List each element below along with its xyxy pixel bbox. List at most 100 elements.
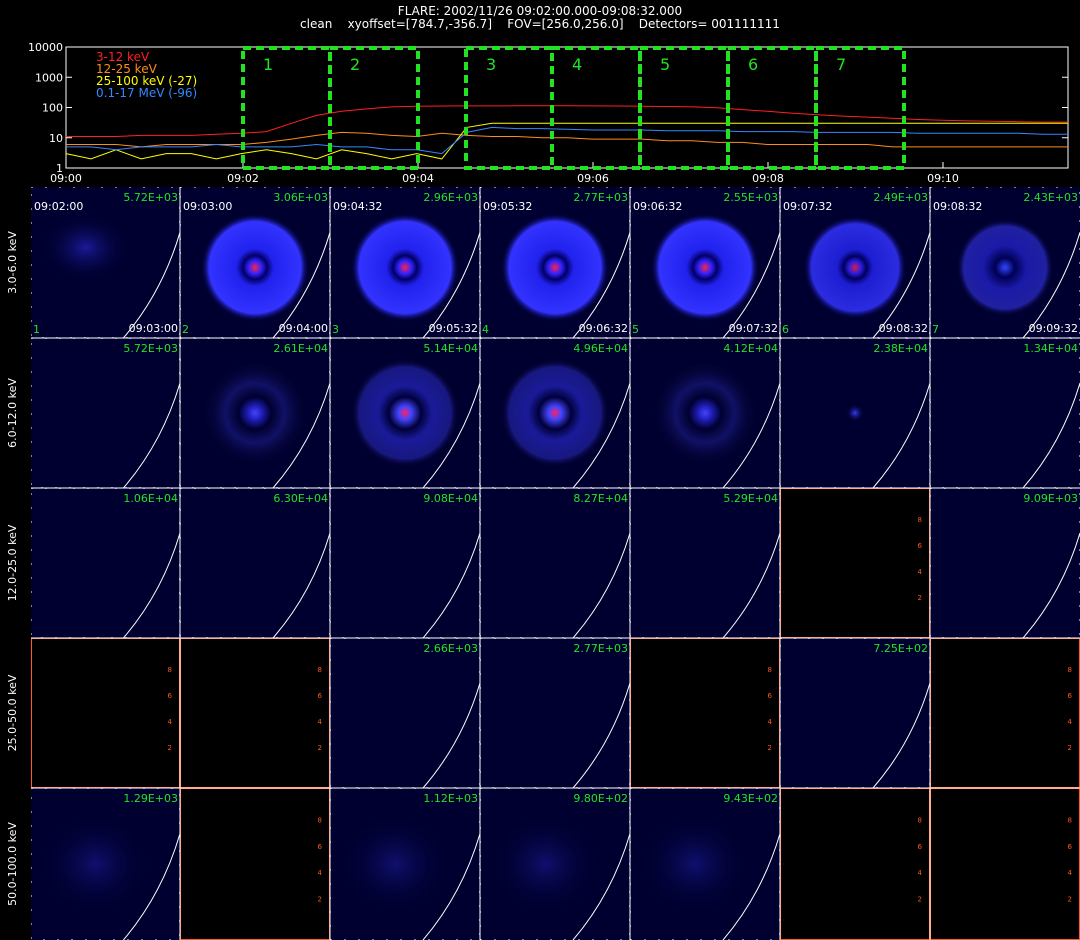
empty-axis-tick-label: 4 [768, 718, 773, 726]
source-ring [803, 216, 907, 319]
peak-count-label: 9.09E+03 [1023, 492, 1078, 505]
empty-axis-tick-label: 6 [918, 843, 923, 851]
peak-count-label: 6.30E+04 [273, 492, 328, 505]
empty-axis-tick-label: 8 [918, 516, 922, 524]
row-label-4: 25.0-50.0 keV [6, 674, 19, 751]
peak-count-label: 2.38E+04 [873, 342, 928, 355]
empty-axis-tick-label: 6 [768, 692, 773, 700]
peak-count-label: 1.29E+03 [123, 792, 178, 805]
peak-count-label: 2.43E+03 [1023, 191, 1078, 204]
source-noise [640, 814, 750, 914]
end-time-label: 09:06:32 [579, 322, 628, 335]
empty-panel-5-7 [930, 788, 1080, 940]
interval-number-label: 4 [482, 323, 489, 336]
source-ring [651, 359, 759, 467]
source-ring [651, 213, 759, 322]
empty-axis-tick-label: 4 [168, 718, 173, 726]
peak-count-label: 5.72E+03 [123, 191, 178, 204]
peak-count-label: 2.96E+03 [423, 191, 478, 204]
peak-count-label: 1.12E+03 [423, 792, 478, 805]
peak-count-label: 4.12E+04 [723, 342, 778, 355]
interval-number-label: 6 [782, 323, 789, 336]
interval-number-label: 1 [33, 323, 40, 336]
source-noise [490, 814, 600, 914]
peak-count-label: 9.43E+02 [723, 792, 778, 805]
peak-count-label: 5.29E+04 [723, 492, 778, 505]
peak-count-label: 2.66E+03 [423, 642, 478, 655]
end-time-label: 09:03:00 [129, 322, 178, 335]
peak-count-label: 7.25E+02 [873, 642, 928, 655]
peak-count-label: 5.14E+04 [423, 342, 478, 355]
source-blob [40, 212, 131, 283]
empty-axis-tick-label: 2 [918, 594, 922, 602]
empty-axis-tick-label: 8 [318, 816, 322, 824]
peak-count-label: 2.49E+03 [873, 191, 928, 204]
source-dot [846, 404, 864, 422]
image-panel-2-1 [31, 338, 180, 488]
end-time-label: 09:05:32 [429, 322, 478, 335]
source-noise [40, 814, 151, 914]
source-ring [956, 218, 1054, 317]
end-time-label: 09:09:32 [1029, 322, 1078, 335]
interval-number-label: 7 [932, 323, 939, 336]
peak-count-label: 2.55E+03 [723, 191, 778, 204]
image-panel-3-2 [180, 488, 330, 638]
empty-axis-tick-label: 4 [1068, 718, 1073, 726]
source-ring [201, 213, 309, 322]
peak-count-label: 2.61E+04 [273, 342, 328, 355]
image-panel-4-4 [480, 638, 630, 788]
empty-axis-tick-label: 6 [318, 843, 323, 851]
image-panel-3-5 [630, 488, 780, 638]
empty-axis-tick-label: 6 [318, 692, 323, 700]
source-ring [351, 213, 459, 322]
empty-axis-tick-label: 4 [918, 869, 923, 877]
empty-axis-tick-label: 2 [168, 744, 172, 752]
empty-panel-5-2 [180, 788, 330, 940]
interval-number-label: 2 [182, 323, 189, 336]
empty-panel-4-5 [630, 638, 780, 788]
empty-panel-4-7 [930, 638, 1080, 788]
empty-axis-tick-label: 6 [168, 692, 173, 700]
peak-count-label: 2.77E+03 [573, 642, 628, 655]
empty-axis-tick-label: 8 [918, 816, 922, 824]
start-time-label: 09:05:32 [483, 200, 532, 213]
empty-axis-tick-label: 4 [318, 869, 323, 877]
empty-axis-tick-label: 8 [768, 666, 772, 674]
empty-axis-tick-label: 6 [1068, 692, 1073, 700]
interval-number-label: 3 [332, 323, 339, 336]
interval-number-label: 5 [632, 323, 639, 336]
empty-axis-tick-label: 8 [1068, 666, 1072, 674]
end-time-label: 09:07:32 [729, 322, 778, 335]
empty-axis-tick-label: 2 [918, 896, 922, 904]
empty-axis-tick-label: 8 [318, 666, 322, 674]
empty-panel-4-1 [31, 638, 180, 788]
end-time-label: 09:04:00 [279, 322, 328, 335]
source-ring [501, 213, 609, 322]
empty-panel-3-6 [780, 488, 930, 638]
peak-count-label: 4.96E+04 [573, 342, 628, 355]
empty-axis-tick-label: 2 [768, 744, 772, 752]
image-panel-4-6 [780, 638, 930, 788]
peak-count-label: 9.80E+02 [573, 792, 628, 805]
empty-axis-tick-label: 2 [1068, 896, 1072, 904]
start-time-label: 09:02:00 [34, 200, 83, 213]
image-panel-3-3 [330, 488, 480, 638]
empty-panel-4-2 [180, 638, 330, 788]
empty-axis-tick-label: 4 [318, 718, 323, 726]
empty-axis-tick-label: 4 [918, 568, 923, 576]
image-panel-2-7 [930, 338, 1080, 488]
row-label-5: 50.0-100.0 keV [6, 822, 19, 906]
peak-count-label: 1.34E+04 [1023, 342, 1078, 355]
peak-count-label: 8.27E+04 [573, 492, 628, 505]
peak-count-label: 5.72E+03 [123, 342, 178, 355]
source-ring [201, 359, 309, 467]
empty-axis-tick-label: 6 [1068, 843, 1073, 851]
image-panel-3-1 [31, 488, 180, 638]
empty-axis-tick-label: 2 [318, 744, 322, 752]
empty-axis-tick-label: 8 [168, 666, 172, 674]
image-panel-3-4 [480, 488, 630, 638]
start-time-label: 09:04:32 [333, 200, 382, 213]
start-time-label: 09:07:32 [783, 200, 832, 213]
source-noise [340, 814, 450, 914]
peak-count-label: 3.06E+03 [273, 191, 328, 204]
